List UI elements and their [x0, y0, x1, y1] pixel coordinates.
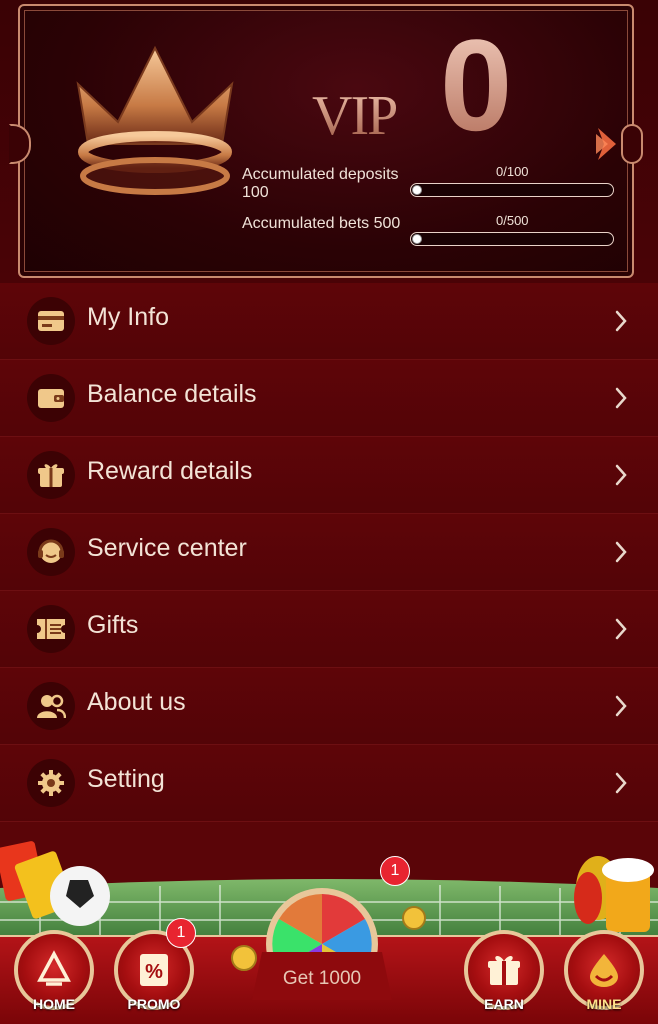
- card-notch-right: [621, 124, 643, 164]
- users-icon: [27, 682, 75, 730]
- menu-item-balance-details[interactable]: Balance details: [0, 360, 658, 437]
- deposits-progress-text: 0/100: [496, 164, 529, 179]
- menu-item-my-info[interactable]: My Info: [0, 283, 658, 360]
- chevron-right-icon: [615, 618, 627, 640]
- crown-icon: [76, 45, 234, 195]
- nav-promo-button[interactable]: % 1 PROMO: [108, 918, 200, 1024]
- promo-badge: 1: [166, 918, 196, 948]
- id-card-icon: [27, 297, 75, 345]
- vip-title: VIP: [312, 85, 398, 147]
- bets-progress-text: 0/500: [496, 213, 529, 228]
- nav-promo-label: PROMO: [127, 996, 181, 1012]
- nav-mine-button[interactable]: MINE: [558, 930, 650, 1024]
- chevron-right-icon: [615, 695, 627, 717]
- gear-icon: [27, 759, 75, 807]
- deposits-label: Accumulated deposits 100: [242, 166, 399, 201]
- nav-home-label: HOME: [33, 996, 75, 1012]
- chevron-right-icon: [615, 464, 627, 486]
- chevron-right-icon: [615, 772, 627, 794]
- menu-item-label: Reward details: [87, 457, 253, 485]
- menu-item-label: Service center: [87, 534, 247, 562]
- menu-item-gifts[interactable]: Gifts: [0, 591, 658, 668]
- nav-earn-label: EARN: [484, 996, 524, 1012]
- nav-earn-button[interactable]: EARN: [458, 930, 550, 1024]
- chevron-right-icon: [615, 541, 627, 563]
- vip-next-arrow-icon[interactable]: [594, 124, 620, 164]
- nav-home-button[interactable]: HOME: [8, 930, 100, 1024]
- wallet-icon: [27, 374, 75, 422]
- ticket-icon: [27, 605, 75, 653]
- menu-list: My Info Balance details Reward details S…: [0, 283, 658, 822]
- bottom-nav: HOME % 1 PROMO Get 1000 1 EARN MINE: [0, 840, 658, 1024]
- menu-item-reward-details[interactable]: Reward details: [0, 437, 658, 514]
- wheel-label[interactable]: Get 1000: [262, 968, 382, 990]
- vip-level: 0: [440, 12, 513, 158]
- bets-progress-knob: [412, 234, 422, 244]
- chevron-right-icon: [615, 387, 627, 409]
- menu-item-setting[interactable]: Setting: [0, 745, 658, 822]
- bets-progress-bar: [410, 232, 614, 246]
- menu-item-service-center[interactable]: Service center: [0, 514, 658, 591]
- gift-icon: [27, 451, 75, 499]
- vip-section: VIP 0 Accumulated deposits 100 0/100 Acc…: [0, 0, 658, 283]
- menu-item-about-us[interactable]: About us: [0, 668, 658, 745]
- deposits-progress-bar: [410, 183, 614, 197]
- menu-item-label: Setting: [87, 765, 165, 793]
- wheel-badge: 1: [380, 856, 410, 886]
- menu-item-label: My Info: [87, 303, 169, 331]
- deposits-progress-knob: [412, 185, 422, 195]
- chevron-right-icon: [615, 310, 627, 332]
- vip-card[interactable]: VIP 0 Accumulated deposits 100 0/100 Acc…: [9, 4, 643, 278]
- card-notch-left: [9, 124, 31, 164]
- menu-item-label: About us: [87, 688, 186, 716]
- bets-label: Accumulated bets 500: [242, 215, 401, 232]
- svg-text:%: %: [145, 961, 163, 983]
- menu-item-label: Balance details: [87, 380, 257, 408]
- menu-item-label: Gifts: [87, 611, 139, 639]
- headset-icon: [27, 528, 75, 576]
- nav-mine-label: MINE: [586, 996, 622, 1012]
